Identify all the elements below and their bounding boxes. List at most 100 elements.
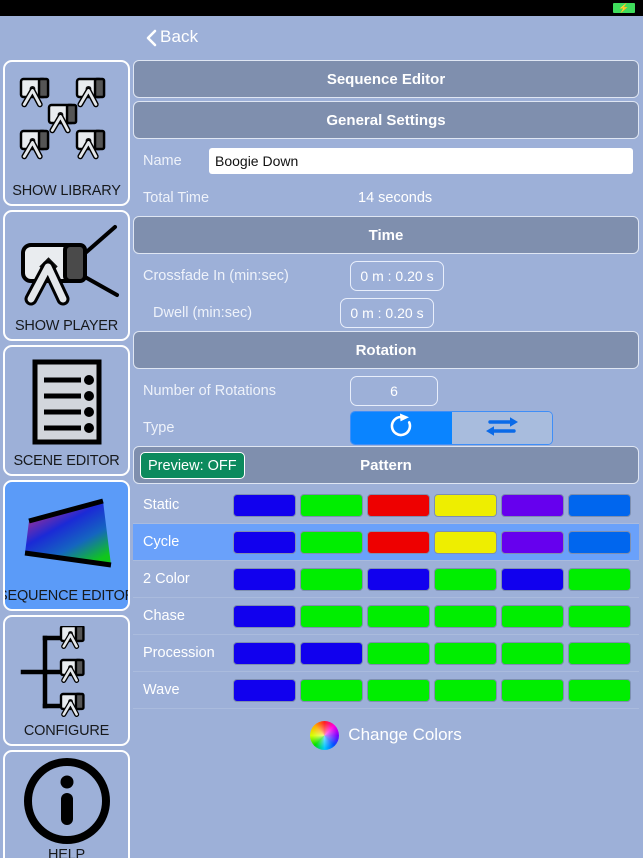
- sidebar-item-configure[interactable]: CONFIGURE: [3, 615, 130, 746]
- rotation-type-label: Type: [143, 419, 175, 436]
- sidebar-item-label: HELP: [47, 847, 86, 858]
- pattern-swatches: [233, 493, 639, 517]
- color-swatch[interactable]: [501, 567, 564, 591]
- pattern-name: 2 Color: [143, 571, 190, 587]
- color-swatch[interactable]: [367, 530, 430, 554]
- gradient-panel-icon: [5, 482, 128, 588]
- name-input[interactable]: [209, 147, 633, 174]
- color-swatch[interactable]: [568, 493, 631, 517]
- sidebar-item-help[interactable]: HELP: [3, 750, 130, 858]
- color-swatch[interactable]: [501, 678, 564, 702]
- rotation-count-value-button[interactable]: 6: [350, 375, 438, 406]
- color-swatch[interactable]: [434, 567, 497, 591]
- color-swatch[interactable]: [568, 641, 631, 665]
- color-swatch[interactable]: [367, 678, 430, 702]
- color-swatch[interactable]: [233, 641, 296, 665]
- pattern-name: Cycle: [143, 534, 180, 550]
- color-wheel-icon: [310, 720, 340, 750]
- color-swatch[interactable]: [233, 604, 296, 628]
- crossfade-label: Crossfade In (min:sec): [143, 267, 289, 284]
- rotation-count-label: Number of Rotations: [143, 382, 276, 399]
- sidebar: SHOW LIBRARY SHOW PLAYER SCENE EDITOR SE…: [0, 58, 133, 858]
- color-swatch[interactable]: [568, 567, 631, 591]
- dwell-label: Dwell (min:sec): [153, 304, 253, 321]
- dwell-value-button[interactable]: 0 m : 0.20 s: [340, 297, 434, 328]
- color-swatch[interactable]: [300, 493, 363, 517]
- crossfade-value-button[interactable]: 0 m : 0.20 s: [350, 260, 444, 291]
- sidebar-item-label: SHOW PLAYER: [14, 318, 119, 334]
- change-colors-label: Change Colors: [348, 725, 462, 744]
- time-section-header: Time: [133, 216, 639, 254]
- pattern-list: Static Cycle 2 Color Chase Procession Wa…: [133, 487, 639, 709]
- pattern-row-chase[interactable]: Chase: [133, 598, 639, 635]
- general-settings-header: General Settings: [133, 101, 639, 139]
- color-swatch[interactable]: [300, 530, 363, 554]
- color-swatch[interactable]: [367, 641, 430, 665]
- color-swatch[interactable]: [300, 678, 363, 702]
- color-swatch[interactable]: [434, 641, 497, 665]
- info-circle-icon: [5, 752, 128, 847]
- color-swatch[interactable]: [434, 530, 497, 554]
- color-swatch[interactable]: [300, 604, 363, 628]
- color-swatch[interactable]: [367, 604, 430, 628]
- pattern-row-procession[interactable]: Procession: [133, 635, 639, 672]
- change-colors-button[interactable]: Change Colors: [133, 709, 639, 761]
- color-swatch[interactable]: [501, 493, 564, 517]
- color-swatch[interactable]: [367, 493, 430, 517]
- back-button-label: Back: [160, 27, 199, 46]
- pattern-swatches: [233, 567, 639, 591]
- color-swatch[interactable]: [233, 678, 296, 702]
- pattern-swatches: [233, 678, 639, 702]
- total-time-row: Total Time 14 seconds: [133, 179, 639, 216]
- rotation-section-header: Rotation: [133, 331, 639, 369]
- pattern-row-wave[interactable]: Wave: [133, 672, 639, 709]
- pattern-name: Wave: [143, 682, 180, 698]
- color-swatch[interactable]: [233, 493, 296, 517]
- color-swatch[interactable]: [568, 604, 631, 628]
- color-swatch[interactable]: [233, 567, 296, 591]
- color-swatch[interactable]: [568, 678, 631, 702]
- rotation-count-row: Number of Rotations 6: [133, 372, 639, 409]
- pattern-swatches: [233, 530, 639, 554]
- pattern-swatches: [233, 604, 639, 628]
- color-swatch[interactable]: [501, 604, 564, 628]
- navigation-bar: Back: [0, 16, 643, 58]
- color-swatch[interactable]: [568, 530, 631, 554]
- total-time-label: Total Time: [143, 189, 210, 206]
- preview-toggle-button[interactable]: Preview: OFF: [140, 452, 245, 479]
- status-bar: ⚡: [0, 0, 643, 16]
- sidebar-item-label: SHOW LIBRARY: [12, 183, 121, 199]
- rotate-clockwise-option[interactable]: [351, 411, 452, 444]
- projector-tree-icon: [5, 617, 128, 723]
- pattern-row-static[interactable]: Static: [133, 487, 639, 524]
- color-swatch[interactable]: [501, 641, 564, 665]
- pattern-section-header: Preview: OFF Pattern: [133, 446, 639, 484]
- color-swatch[interactable]: [367, 567, 430, 591]
- color-swatch[interactable]: [501, 530, 564, 554]
- bidirectional-option[interactable]: [451, 411, 552, 444]
- page-title: Sequence Editor: [133, 60, 639, 98]
- name-row: Name: [133, 142, 639, 179]
- pattern-row-cycle[interactable]: Cycle: [133, 524, 639, 561]
- sidebar-item-sequence-editor[interactable]: SEQUENCE EDITOR: [3, 480, 130, 611]
- color-swatch[interactable]: [300, 641, 363, 665]
- app-root: ⚡ Back SHOW LIBRARY SHOW PLAYER SCENE ED…: [0, 0, 643, 858]
- total-time-value: 14 seconds: [358, 189, 433, 206]
- sidebar-item-show-library[interactable]: SHOW LIBRARY: [3, 60, 130, 206]
- color-swatch[interactable]: [434, 678, 497, 702]
- projector-beam-icon: [5, 212, 128, 318]
- sidebar-item-scene-editor[interactable]: SCENE EDITOR: [3, 345, 130, 476]
- pattern-name: Chase: [143, 608, 185, 624]
- rotation-type-segmented-control: [350, 410, 553, 445]
- pattern-row-2-color[interactable]: 2 Color: [133, 561, 639, 598]
- battery-charging-icon: ⚡: [613, 3, 635, 13]
- color-swatch[interactable]: [300, 567, 363, 591]
- pattern-name: Static: [143, 497, 180, 513]
- color-swatch[interactable]: [233, 530, 296, 554]
- sidebar-item-show-player[interactable]: SHOW PLAYER: [3, 210, 130, 341]
- color-swatch[interactable]: [434, 493, 497, 517]
- color-swatch[interactable]: [434, 604, 497, 628]
- bidirectional-arrows-icon: [485, 413, 519, 443]
- back-button[interactable]: Back: [144, 27, 198, 47]
- main-panel: Sequence Editor General Settings Name To…: [133, 58, 643, 858]
